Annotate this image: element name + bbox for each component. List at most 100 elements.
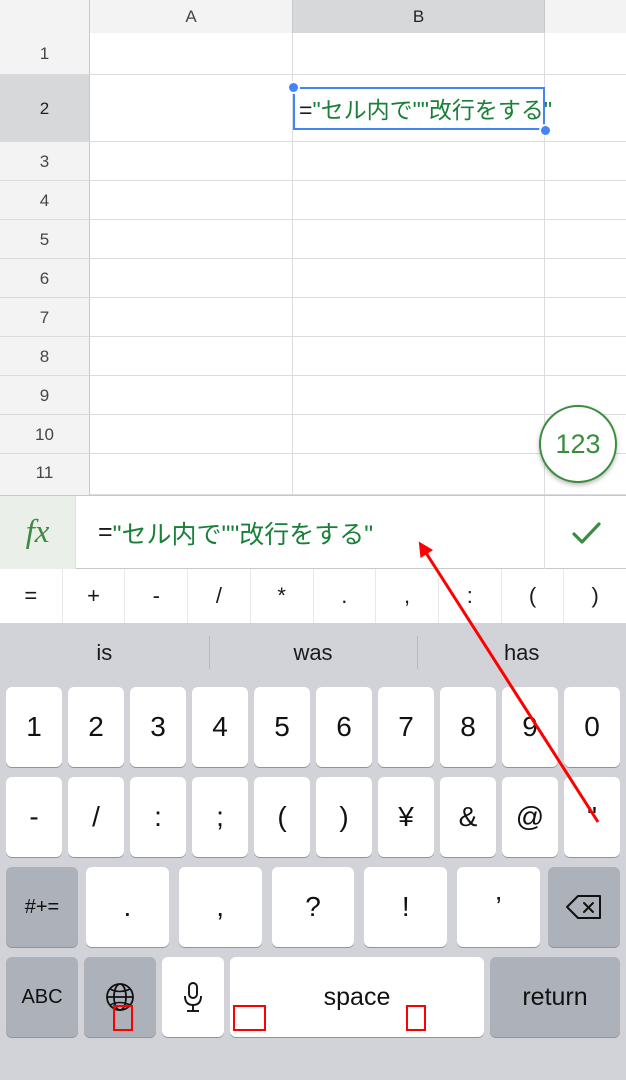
cell-b4[interactable] [293,181,545,220]
cell-a9[interactable] [90,376,293,415]
row-header-4[interactable]: 4 [0,181,90,220]
cell-a3[interactable] [90,142,293,181]
cell-b9[interactable] [293,376,545,415]
cell-b7[interactable] [293,298,545,337]
cell-c3[interactable] [545,142,626,181]
key-symbols-toggle[interactable]: #+= [6,867,78,947]
key-semicolon[interactable]: ; [192,777,248,857]
column-header-a[interactable]: A [90,0,293,33]
key-3[interactable]: 3 [130,687,186,767]
cell-c1[interactable] [545,33,626,75]
cell-a6[interactable] [90,259,293,298]
row-header-11[interactable]: 11 [0,454,90,495]
symkey-equals[interactable]: = [0,569,63,623]
symkey-plus[interactable]: + [63,569,126,623]
key-period[interactable]: . [86,867,169,947]
cell-b11[interactable] [293,454,545,495]
cell-b5[interactable] [293,220,545,259]
selection-handle-bottom-right[interactable] [539,124,552,137]
key-1[interactable]: 1 [6,687,62,767]
symkey-minus[interactable]: - [125,569,189,623]
cell-c7[interactable] [545,298,626,337]
cell-formula-body: "セル内で""改行をする" [312,97,553,123]
quote-annotation-box-3 [406,1005,426,1031]
formula-confirm-button[interactable] [545,496,626,569]
row-header-6[interactable]: 6 [0,259,90,298]
key-apostrophe[interactable]: ’ [457,867,540,947]
cell-c6[interactable] [545,259,626,298]
selection-handle-top-left[interactable] [287,81,300,94]
cell-b6[interactable] [293,259,545,298]
key-yen[interactable]: ¥ [378,777,434,857]
key-exclamation[interactable]: ! [364,867,448,947]
cell-a7[interactable] [90,298,293,337]
suggestion-was[interactable]: was [208,623,418,682]
row-header-7[interactable]: 7 [0,298,90,337]
function-fx-icon[interactable]: fx [0,496,76,569]
suggestion-has[interactable]: has [417,623,626,682]
row-header-8[interactable]: 8 [0,337,90,376]
row-header-5[interactable]: 5 [0,220,90,259]
column-header-b[interactable]: B [293,0,545,33]
row-header-3[interactable]: 3 [0,142,90,181]
key-double-quote[interactable]: " [564,777,620,857]
key-4[interactable]: 4 [192,687,248,767]
column-header-c[interactable] [545,0,626,33]
key-space[interactable]: space [230,957,484,1037]
cell-a8[interactable] [90,337,293,376]
row-header-2[interactable]: 2 [0,75,90,142]
key-paren-open[interactable]: ( [254,777,310,857]
symkey-paren-close[interactable]: ) [564,569,626,623]
symkey-period[interactable]: . [314,569,377,623]
microphone-icon [184,981,202,1012]
cell-c4[interactable] [545,181,626,220]
cell-c8[interactable] [545,337,626,376]
key-return[interactable]: return [490,957,620,1037]
cell-b8[interactable] [293,337,545,376]
cell-b3[interactable] [293,142,545,181]
key-6[interactable]: 6 [316,687,372,767]
symkey-asterisk[interactable]: * [251,569,314,623]
select-all-corner[interactable] [0,0,90,33]
key-2[interactable]: 2 [68,687,124,767]
numeric-keypad-fab[interactable]: 123 [539,405,617,483]
cell-b1[interactable] [293,33,545,75]
key-question[interactable]: ? [271,867,355,947]
key-ampersand[interactable]: & [440,777,496,857]
formula-equals: = [98,518,113,546]
key-dictation-mic[interactable] [162,957,224,1037]
key-hyphen[interactable]: - [6,777,62,857]
cell-a1[interactable] [90,33,293,75]
symkey-colon[interactable]: : [439,569,502,623]
symkey-paren-open[interactable]: ( [502,569,565,623]
symkey-comma[interactable]: , [376,569,439,623]
key-slash[interactable]: / [68,777,124,857]
suggestion-is[interactable]: is [0,623,209,682]
key-9[interactable]: 9 [502,687,558,767]
cell-a10[interactable] [90,415,293,454]
key-colon[interactable]: : [130,777,186,857]
fx-label: fx [25,514,50,550]
key-0[interactable]: 0 [564,687,620,767]
symkey-slash[interactable]: / [188,569,251,623]
cell-b10[interactable] [293,415,545,454]
cell-c5[interactable] [545,220,626,259]
row-header-1[interactable]: 1 [0,33,90,75]
cell-a11[interactable] [90,454,293,495]
cell-a2[interactable] [90,75,293,142]
row-header-9[interactable]: 9 [0,376,90,415]
cell-a5[interactable] [90,220,293,259]
cell-a4[interactable] [90,181,293,220]
cell-c2[interactable] [545,75,626,142]
key-comma[interactable]: , [178,867,262,947]
key-8[interactable]: 8 [440,687,496,767]
key-7[interactable]: 7 [378,687,434,767]
key-5[interactable]: 5 [254,687,310,767]
key-backspace[interactable] [547,867,620,947]
key-paren-close[interactable]: ) [316,777,372,857]
spreadsheet-grid[interactable]: A B 1 2 3 4 5 6 7 8 9 10 11 ="セル内で""改行をす… [0,0,626,495]
key-at[interactable]: @ [502,777,558,857]
formula-input[interactable]: = "セル内で""改行をする" [76,496,545,569]
row-header-10[interactable]: 10 [0,415,90,454]
key-abc-mode[interactable]: ABC [6,957,78,1037]
